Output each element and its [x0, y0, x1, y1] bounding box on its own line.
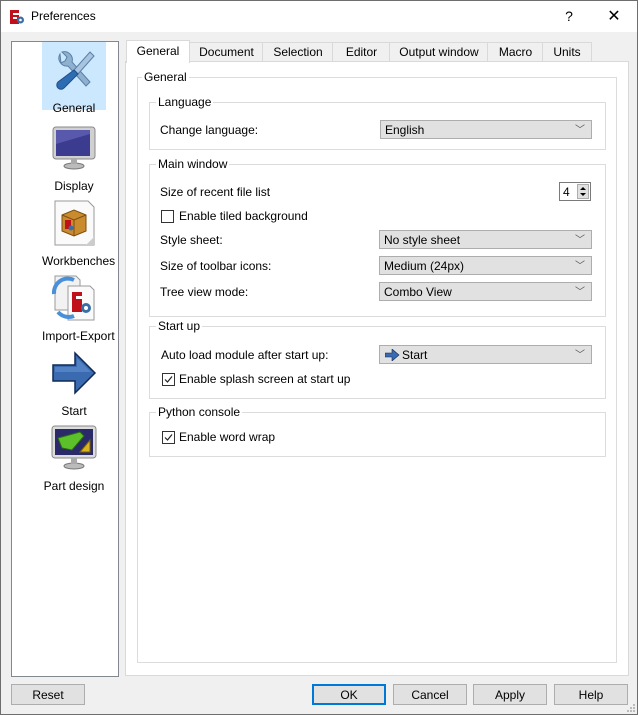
help-title-button[interactable]: ?: [551, 1, 587, 32]
language-group: Language Change language: English ﹀: [149, 95, 606, 150]
tab-pane-general: General Language Change language: Englis…: [125, 61, 629, 676]
tab-selection[interactable]: Selection: [262, 42, 334, 62]
startup-group: Start up Auto load module after start up…: [149, 319, 606, 399]
sidebar-item-import-export[interactable]: Import-Export: [42, 270, 115, 343]
chevron-down-icon: ﹀: [575, 125, 585, 136]
chevron-down-icon: ﹀: [575, 350, 585, 361]
word-wrap-label: Enable word wrap: [179, 430, 276, 444]
sidebar-label: Start: [61, 404, 87, 418]
tree-view-label: Tree view mode:: [160, 285, 249, 299]
sidebar-item-start[interactable]: Start: [42, 345, 106, 418]
spin-buttons[interactable]: [577, 184, 589, 199]
freecad-app-icon: [10, 10, 24, 24]
style-sheet-value: No style sheet: [384, 233, 461, 247]
group-title: Language: [156, 95, 214, 109]
style-sheet-label: Style sheet:: [160, 233, 223, 247]
auto-load-value: Start: [402, 348, 428, 362]
splash-screen-checkbox[interactable]: [162, 373, 175, 386]
change-language-label: Change language:: [160, 123, 259, 137]
resize-grip-icon[interactable]: [626, 703, 636, 713]
style-sheet-dropdown[interactable]: No style sheet ﹀: [379, 230, 592, 249]
tree-view-dropdown[interactable]: Combo View ﹀: [379, 282, 592, 301]
tab-general[interactable]: General: [126, 40, 190, 63]
close-button[interactable]: ✕: [591, 1, 637, 32]
checkmark-icon: [164, 434, 173, 441]
sidebar-label: Part design: [43, 479, 105, 493]
main-window-group: Main window Size of recent file list 4 E…: [149, 157, 606, 317]
sidebar-label: Workbenches: [42, 254, 116, 268]
group-title: General: [142, 70, 189, 84]
tiled-background-checkbox[interactable]: [161, 210, 174, 223]
sidebar-item-part-design[interactable]: Part design: [42, 420, 106, 493]
part-design-icon: [51, 425, 97, 470]
arrow-right-icon: [385, 349, 400, 361]
ok-button[interactable]: OK: [312, 684, 386, 705]
preferences-sidebar: General Display Workbenches Import-Expor…: [11, 41, 119, 677]
title-bar: Preferences ? ✕: [1, 1, 637, 32]
tab-units[interactable]: Units: [542, 42, 592, 62]
sidebar-label: Import-Export: [42, 329, 115, 343]
language-dropdown[interactable]: English ﹀: [380, 120, 592, 139]
apply-button[interactable]: Apply: [473, 684, 547, 705]
help-button[interactable]: Help: [554, 684, 628, 705]
import-export-icon: [51, 275, 95, 321]
sidebar-label: Display: [54, 179, 94, 193]
tab-output-window[interactable]: Output window: [389, 42, 489, 62]
arrow-right-icon: [52, 351, 97, 395]
window-title: Preferences: [31, 9, 96, 23]
sidebar-item-display[interactable]: Display: [42, 120, 106, 193]
toolbar-icons-dropdown[interactable]: Medium (24px) ﹀: [379, 256, 592, 275]
checkmark-icon: [164, 376, 173, 383]
tab-macro[interactable]: Macro: [487, 42, 544, 62]
sidebar-label: General: [52, 101, 96, 115]
tools-icon: [56, 51, 95, 90]
python-console-group: Python console Enable word wrap: [149, 405, 606, 457]
word-wrap-checkbox[interactable]: [162, 431, 175, 444]
spin-arrows-icon: [580, 187, 586, 196]
chevron-down-icon: ﹀: [575, 261, 585, 272]
recent-files-value: 4: [563, 185, 570, 199]
tab-document[interactable]: Document: [189, 42, 264, 62]
general-group: General Language Change language: Englis…: [137, 70, 617, 663]
recent-files-label: Size of recent file list: [160, 185, 271, 199]
toolbar-icons-label: Size of toolbar icons:: [160, 259, 272, 273]
sidebar-item-workbenches[interactable]: Workbenches: [42, 195, 116, 268]
splash-screen-label: Enable splash screen at start up: [179, 372, 351, 386]
workbench-box-icon: [54, 200, 95, 246]
tiled-background-label: Enable tiled background: [179, 209, 308, 223]
reset-button[interactable]: Reset: [11, 684, 85, 705]
monitor-icon: [52, 126, 96, 170]
cancel-button[interactable]: Cancel: [393, 684, 467, 705]
chevron-down-icon: ﹀: [575, 287, 585, 298]
sidebar-item-general[interactable]: General: [42, 42, 106, 115]
group-title: Python console: [156, 405, 243, 419]
toolbar-icons-value: Medium (24px): [384, 259, 465, 273]
group-title: Main window: [156, 157, 230, 171]
tab-editor[interactable]: Editor: [332, 42, 391, 62]
tree-view-value: Combo View: [384, 285, 452, 299]
chevron-down-icon: ﹀: [575, 235, 585, 246]
group-title: Start up: [156, 319, 203, 333]
auto-load-dropdown[interactable]: Start ﹀: [379, 345, 592, 364]
recent-files-spinbox[interactable]: 4: [559, 182, 591, 201]
preferences-dialog: Preferences ? ✕ General Display Workbenc…: [0, 0, 638, 715]
language-value: English: [385, 123, 425, 137]
auto-load-label: Auto load module after start up:: [161, 348, 329, 362]
